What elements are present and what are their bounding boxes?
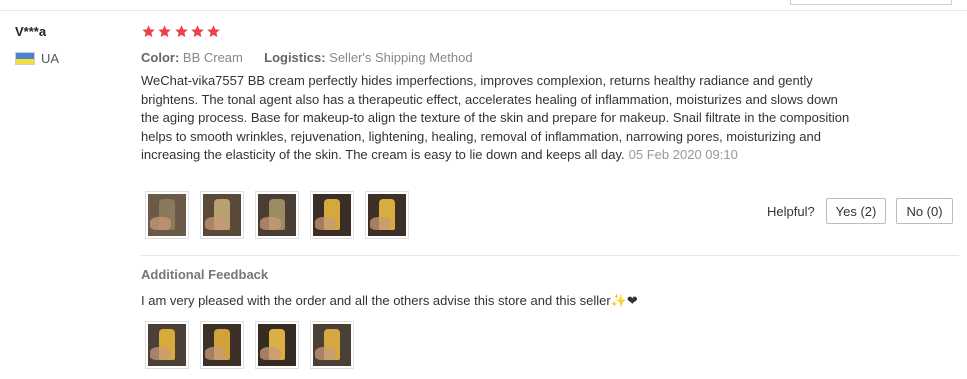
- color-label: Color:: [141, 50, 180, 65]
- reviewer-country: UA: [15, 51, 59, 66]
- star-icon: [174, 25, 188, 38]
- photo-thumbnail[interactable]: [200, 321, 244, 369]
- additional-feedback-title: Additional Feedback: [141, 267, 269, 282]
- photo-thumbnail[interactable]: [200, 191, 244, 239]
- helpful-no-button[interactable]: No (0): [896, 198, 953, 224]
- photo-thumbnail[interactable]: [310, 321, 354, 369]
- photo-thumbnail[interactable]: [145, 191, 189, 239]
- flag-band-bottom: [16, 58, 34, 64]
- helpful-label: Helpful?: [767, 204, 815, 219]
- logistics-value: Seller's Shipping Method: [329, 50, 473, 65]
- feedback-photos: [145, 321, 365, 369]
- photo-thumbnail[interactable]: [255, 191, 299, 239]
- top-divider: [0, 10, 967, 11]
- order-meta: Color: BB Cream Logistics: Seller's Ship…: [141, 50, 473, 65]
- color-value: BB Cream: [182, 50, 243, 65]
- photo-thumbnail[interactable]: [365, 191, 409, 239]
- photo-thumbnail[interactable]: [255, 321, 299, 369]
- logistics-label: Logistics:: [264, 50, 326, 65]
- star-icon: [207, 25, 220, 38]
- reviewer-name: V***a: [15, 24, 47, 39]
- ukraine-flag-icon: [15, 52, 35, 65]
- review-date: 05 Feb 2020 09:10: [628, 147, 738, 162]
- review-body: WeChat-vika7557 BB cream perfectly hides…: [141, 73, 850, 162]
- country-code: UA: [41, 51, 60, 66]
- review-photos: [145, 191, 420, 239]
- star-icon: [158, 25, 172, 38]
- star-icon: [191, 25, 204, 38]
- review-text: WeChat-vika7557 BB cream perfectly hides…: [141, 72, 853, 165]
- photo-thumbnail[interactable]: [310, 191, 354, 239]
- top-control-edge: [790, 0, 952, 5]
- feedback-divider: [141, 255, 959, 256]
- photo-thumbnail[interactable]: [145, 321, 189, 369]
- helpful-yes-button[interactable]: Yes (2): [826, 198, 886, 224]
- additional-feedback-text: I am very pleased with the order and all…: [141, 293, 638, 308]
- star-rating: [141, 24, 222, 39]
- star-icon: [142, 25, 155, 38]
